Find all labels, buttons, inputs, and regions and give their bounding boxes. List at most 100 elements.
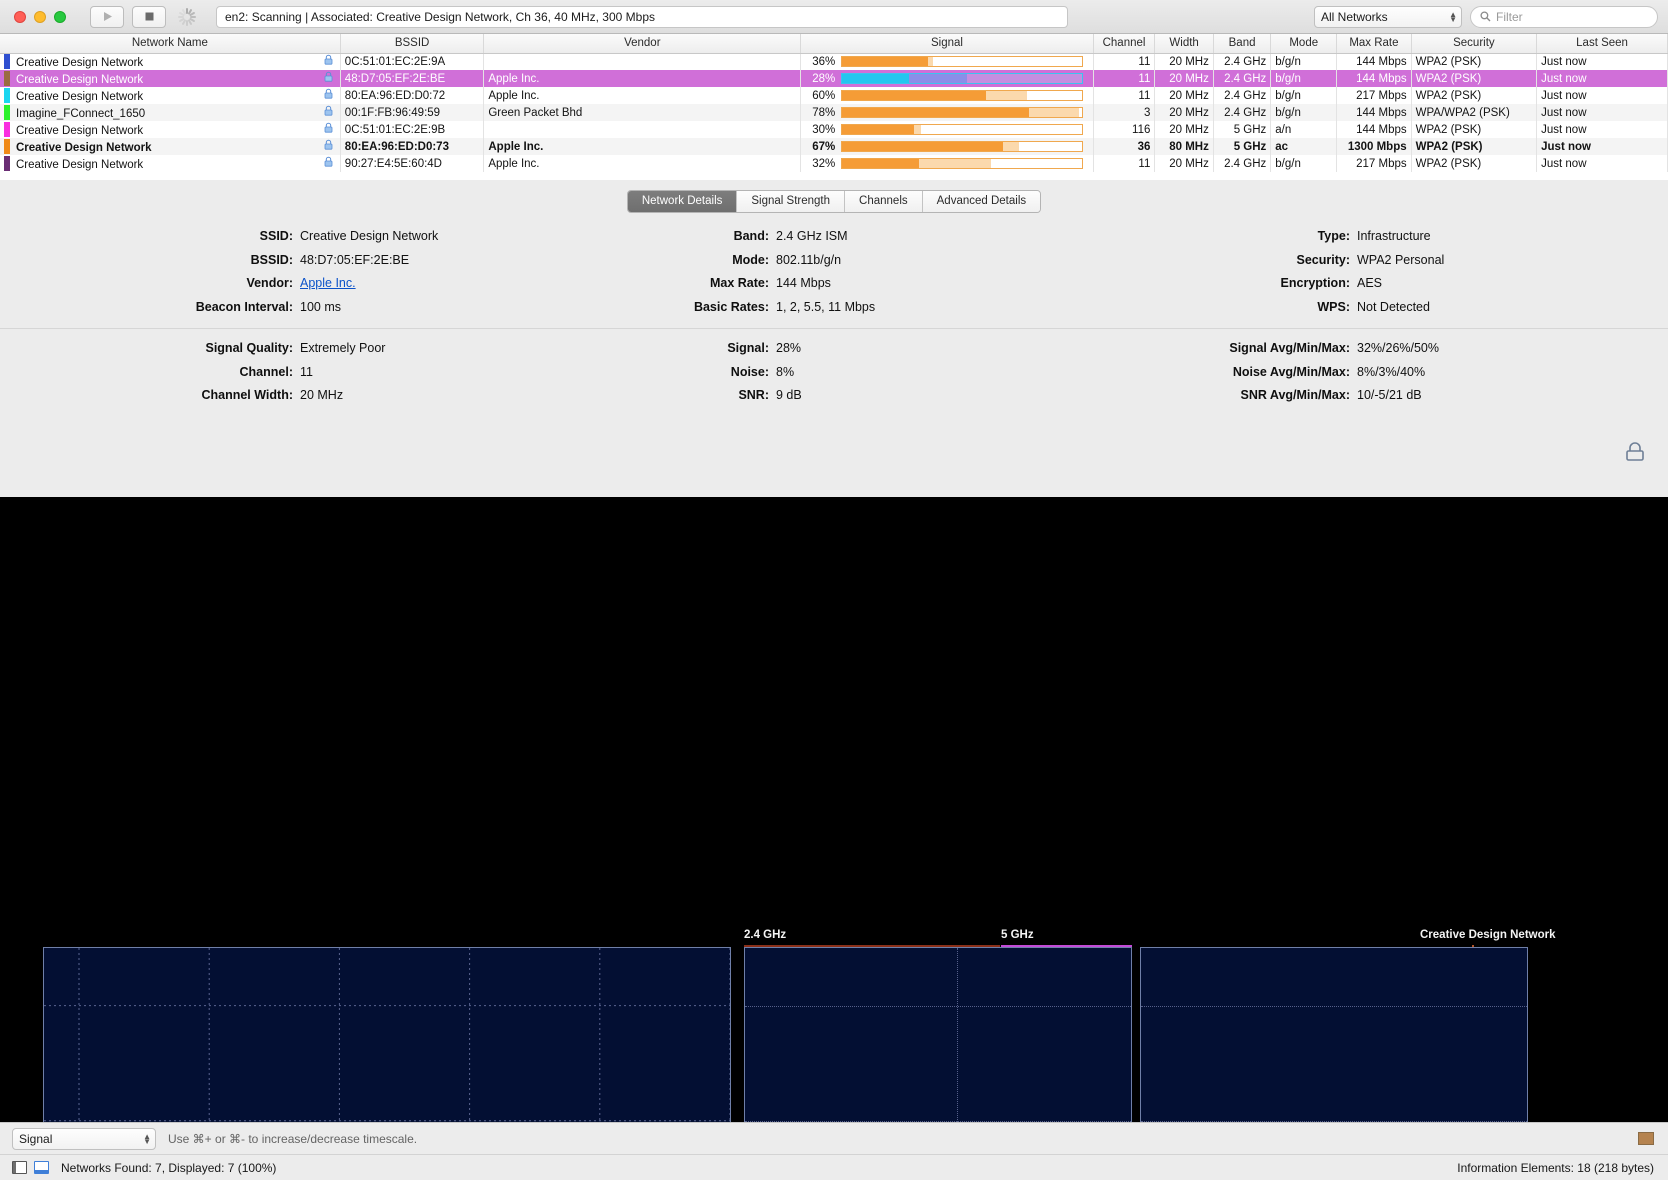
network-filter-label: All Networks	[1321, 9, 1388, 24]
cell-channel: 11	[1093, 53, 1156, 70]
grid-line	[1141, 1005, 1527, 1007]
details-column-radio: Band: 2.4 GHz ISM Mode: 802.11b/g/n Max Rate…	[556, 229, 1112, 323]
table-row[interactable]: Imagine_FConnect_1650 00:1F:FB:96:49:59 Gr…	[0, 104, 1668, 121]
lock-icon	[324, 122, 333, 133]
detail-value-mode: 802.11b/g/n	[776, 253, 841, 267]
detail-value-snr: 9 dB	[776, 388, 802, 402]
vendor-link[interactable]: Apple Inc.	[300, 276, 356, 290]
cell-signal: 28%	[800, 70, 1094, 87]
detail-label-wps: WPS:	[1317, 299, 1350, 314]
table-row[interactable]: Creative Design Network 48:D7:05:EF:2E:BE…	[0, 70, 1668, 87]
cell-band: 2.4 GHz	[1213, 104, 1272, 121]
detail-row: SNR: 9 dB	[556, 388, 1112, 412]
detail-label-mode: Mode:	[732, 252, 769, 267]
detail-row: Beacon Interval: 100 ms	[0, 300, 556, 324]
networks-table[interactable]: Network Name BSSID Vendor Signal Channel…	[0, 34, 1668, 180]
table-row[interactable]: Creative Design Network 80:EA:96:ED:D0:72…	[0, 87, 1668, 104]
cell-last-seen: Just now	[1536, 104, 1668, 121]
signal-percent-text: 60%	[812, 89, 836, 102]
table-row[interactable]: Creative Design Network 80:EA:96:ED:D0:73…	[0, 138, 1668, 155]
cell-channel: 36	[1093, 138, 1156, 155]
detail-row: Channel: 11	[0, 365, 556, 389]
col-security[interactable]: Security	[1411, 34, 1538, 54]
tab-signal-strength[interactable]: Signal Strength	[737, 191, 846, 212]
app-window: en2: Scanning | Associated: Creative Des…	[0, 0, 1668, 1180]
col-channel[interactable]: Channel	[1093, 34, 1156, 54]
close-window-icon[interactable]	[14, 10, 26, 23]
detail-value-bssid: 48:D7:05:EF:2E:BE	[300, 253, 409, 267]
cell-network-name: Creative Design Network	[0, 121, 341, 138]
cell-band: 5 GHz	[1213, 121, 1272, 138]
table-row[interactable]: Creative Design Network 0C:51:01:EC:2E:9A…	[0, 53, 1668, 70]
cell-mode: a/n	[1270, 121, 1338, 138]
activity-spinner-icon	[176, 6, 198, 28]
detail-value-vendor[interactable]: Apple Inc.	[300, 276, 356, 290]
cell-signal: 67%	[800, 138, 1094, 155]
detail-label-noise: Noise:	[730, 364, 769, 379]
metric-select-label: Signal	[19, 1131, 53, 1146]
minimize-window-icon[interactable]	[34, 10, 46, 23]
cell-mode: b/g/n	[1270, 70, 1338, 87]
cell-signal: 36%	[800, 53, 1094, 70]
table-row[interactable]: Creative Design Network 0C:51:01:EC:2E:9B…	[0, 121, 1668, 138]
cell-security: WPA2 (PSK)	[1411, 155, 1538, 172]
network-name-text: Creative Design Network	[16, 142, 152, 154]
lock-icon	[324, 139, 333, 150]
network-name-text: Creative Design Network	[16, 125, 144, 137]
col-signal[interactable]: Signal	[800, 34, 1094, 54]
detail-value-text: 802.11b/g/n	[776, 252, 842, 267]
scan-stop-button[interactable]	[132, 5, 166, 28]
detail-value-noise: 8%	[776, 365, 794, 379]
col-band[interactable]: Band	[1213, 34, 1272, 54]
cell-last-seen: Just now	[1536, 138, 1668, 155]
col-vendor[interactable]: Vendor	[483, 34, 802, 54]
chart-options-bar: Signal ▲ ▼ Use ⌘+ or ⌘- to increase/decre…	[0, 1122, 1668, 1154]
detail-value-text: WPA2 Personal	[1357, 252, 1445, 267]
scan-start-button[interactable]	[90, 5, 124, 28]
detail-row: Signal Avg/Min/Max: 32%/26%/50%	[1112, 341, 1668, 365]
cell-bssid: 80:EA:96:ED:D0:73	[340, 138, 485, 155]
col-bssid[interactable]: BSSID	[340, 34, 485, 54]
detail-label-channel: Channel:	[239, 364, 293, 379]
metric-select[interactable]: Signal ▲ ▼	[12, 1127, 156, 1150]
details-column-quality: Signal Quality: Extremely Poor Channel: 11 C…	[0, 341, 556, 412]
cell-band: 2.4 GHz	[1213, 53, 1272, 70]
zoom-window-icon[interactable]	[54, 10, 66, 23]
cell-network-name: Creative Design Network	[0, 70, 341, 87]
tab-network-details[interactable]: Network Details	[627, 191, 738, 212]
col-mode[interactable]: Mode	[1270, 34, 1338, 54]
detail-value-signal: 28%	[776, 341, 801, 355]
tab-advanced-details[interactable]: Advanced Details	[922, 191, 1041, 212]
col-last-seen[interactable]: Last Seen	[1536, 34, 1668, 54]
detail-row: Encryption: AES	[1112, 276, 1668, 300]
col-max-rate[interactable]: Max Rate	[1336, 34, 1412, 54]
details-tab-bar: Network Details Signal Strength Channels Ad…	[0, 180, 1668, 213]
signal-bar	[841, 90, 1083, 101]
cell-width: 20 MHz	[1154, 87, 1214, 104]
cell-network-name: Creative Design Network	[0, 53, 341, 70]
col-width[interactable]: Width	[1154, 34, 1214, 54]
detail-value-text: Not Detected	[1357, 299, 1430, 314]
cell-max-rate: 144 Mbps	[1336, 53, 1412, 70]
detail-row: Security: WPA2 Personal	[1112, 253, 1668, 277]
toggle-sidebar-icon[interactable]	[12, 1161, 27, 1174]
detail-value-text: Creative Design Network	[300, 229, 439, 243]
filter-search-field[interactable]: Filter	[1470, 5, 1658, 28]
detail-value-text: AES	[1357, 276, 1383, 290]
toggle-bottom-panel-icon[interactable]	[34, 1161, 49, 1174]
cell-bssid: 48:D7:05:EF:2E:BE	[340, 70, 485, 87]
lock-icon	[324, 105, 333, 116]
detail-value-text: 100 ms	[300, 299, 341, 314]
detail-row: Type: Infrastructure	[1112, 229, 1668, 253]
col-network-name[interactable]: Network Name	[0, 34, 341, 54]
detail-value-channel: 11	[300, 365, 313, 379]
cell-security: WPA2 (PSK)	[1411, 121, 1538, 138]
network-filter-select[interactable]: All Networks ▲ ▼	[1314, 5, 1462, 28]
signal-percent-text: 36%	[812, 55, 836, 68]
network-name-text: Creative Design Network	[16, 91, 144, 103]
tab-channels[interactable]: Channels	[845, 191, 923, 212]
status-bar: Networks Found: 7, Displayed: 7 (100%) I…	[0, 1154, 1668, 1180]
table-row[interactable]: Creative Design Network 90:27:E4:5E:60:4D…	[0, 155, 1668, 172]
detail-value-beacon-interval: 100 ms	[300, 300, 341, 314]
scan-status-field[interactable]: en2: Scanning | Associated: Creative Des…	[216, 5, 1068, 28]
